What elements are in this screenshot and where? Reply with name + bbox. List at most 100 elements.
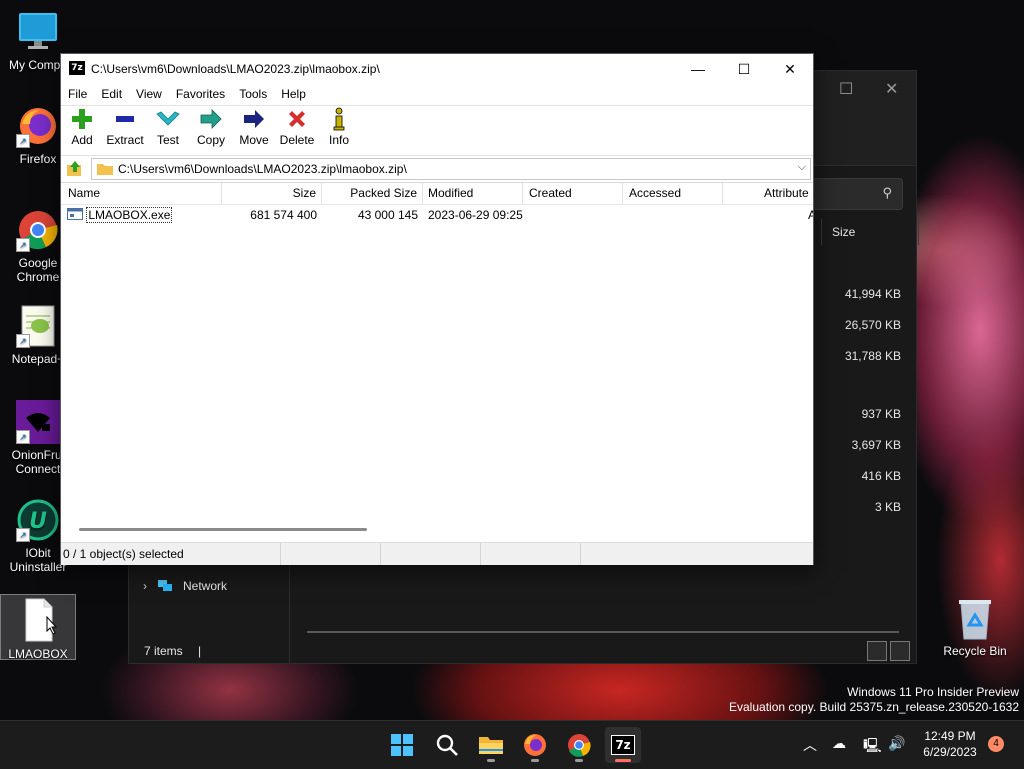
info-button[interactable]: Info (316, 106, 362, 147)
taskbar: 7z ︿ ☁ 🖳 🔊 12:49 PM 6/29/2023 4 (0, 720, 1024, 769)
copy-arrow-icon (188, 106, 234, 132)
extract-button[interactable]: Extract (102, 106, 148, 147)
maximize-button[interactable]: ☐ (721, 54, 767, 84)
tool-label: Delete (279, 133, 315, 147)
search-button[interactable] (429, 727, 465, 763)
delete-button[interactable]: Delete (274, 106, 320, 147)
chevron-right-icon[interactable]: › (143, 579, 147, 593)
volume-icon[interactable]: 🔊 (888, 735, 905, 752)
explorer-item-count: 7 items (144, 644, 183, 658)
address-field[interactable]: C:\Users\vm6\Downloads\LMAO2023.zip\lmao… (91, 158, 811, 180)
desktop-icon-recycle-bin[interactable]: Recycle Bin (942, 597, 1008, 658)
test-button[interactable]: Test (145, 106, 191, 147)
clock[interactable]: 12:49 PM 6/29/2023 (914, 728, 986, 760)
column-modified[interactable]: Modified (423, 182, 523, 204)
onionfruit-icon: ↗ (16, 400, 60, 444)
menu-file[interactable]: File (61, 84, 94, 104)
tool-label: Move (239, 133, 269, 147)
tool-label: Test (156, 133, 179, 147)
file-list[interactable]: Name Size Packed Size Modified Created A… (61, 182, 813, 524)
running-indicator (575, 759, 583, 762)
status-bar: 0 / 1 object(s) selected (61, 542, 813, 565)
column-name[interactable]: Name (61, 182, 222, 204)
file-name-cell[interactable]: LMAOBOX.exe (67, 206, 173, 224)
menu-favorites[interactable]: Favorites (169, 84, 232, 104)
explorer-search-box[interactable]: ⚲ (811, 178, 903, 210)
menu-view[interactable]: View (129, 84, 169, 104)
column-created[interactable]: Created (523, 182, 623, 204)
network-icon (158, 580, 172, 591)
chrome-icon: ↗ (16, 208, 60, 252)
column-size[interactable]: Size (222, 182, 322, 204)
menu-edit[interactable]: Edit (94, 84, 129, 104)
chevron-down-icon[interactable]: ⌵ (798, 161, 806, 174)
tool-label: Copy (196, 133, 225, 147)
add-button[interactable]: Add (59, 106, 105, 147)
plus-icon (59, 106, 105, 132)
monitor-icon (16, 10, 60, 54)
status-separator: | (198, 644, 202, 658)
sidebar-item-network[interactable]: › Network (143, 579, 227, 593)
svg-text:U: U (29, 509, 47, 534)
explorer-close-button[interactable]: ✕ (885, 79, 898, 99)
minimize-button[interactable]: — (675, 54, 721, 84)
details-view-icon[interactable] (867, 641, 887, 661)
executable-icon (67, 208, 83, 220)
minus-icon (102, 106, 148, 132)
explorer-horizontal-scrollbar[interactable] (307, 631, 899, 633)
search-icon: ⚲ (882, 185, 892, 200)
7zip-icon: 7z (611, 735, 635, 755)
tool-label: Info (328, 133, 349, 147)
chrome-icon (568, 734, 591, 757)
sevenzip-titlebar[interactable]: 7z C:\Users\vm6\Downloads\LMAO2023.zip\l… (61, 54, 813, 84)
status-segment (381, 543, 481, 565)
status-segment (481, 543, 581, 565)
x-icon (274, 106, 320, 132)
column-accessed[interactable]: Accessed (623, 182, 723, 204)
shortcut-arrow-icon: ↗ (16, 528, 30, 542)
file-packed-size-cell: 43 000 145 (357, 208, 418, 222)
sevenzip-window[interactable]: 7z C:\Users\vm6\Downloads\LMAO2023.zip\l… (60, 53, 814, 565)
windows-watermark: Windows 11 Pro Insider Preview Evaluatio… (729, 685, 1019, 715)
watermark-line-2: Evaluation copy. Build 25375.zn_release.… (729, 700, 1019, 714)
cloud-offline-icon[interactable]: ☁ (832, 735, 846, 752)
file-name: LMAOBOX.exe (86, 207, 173, 223)
folder-up-icon (67, 161, 81, 176)
start-button[interactable] (384, 727, 420, 763)
menu-help[interactable]: Help (274, 84, 313, 104)
explorer-maximize-button[interactable]: ☐ (839, 79, 853, 99)
close-button[interactable]: ✕ (767, 54, 813, 84)
folder-up-button[interactable] (65, 159, 85, 179)
network-status-icon[interactable]: 🖳 (863, 735, 882, 759)
taskbar-firefox[interactable] (517, 727, 553, 763)
tool-label: Extract (106, 133, 144, 147)
explorer-view-buttons (867, 641, 910, 661)
chevron-up-icon[interactable]: ︿ (803, 735, 817, 755)
taskbar-file-explorer[interactable] (473, 727, 509, 763)
toolbar: Add Extract Test Copy Move Delete Info (61, 105, 813, 154)
desktop-icon-lmaobox[interactable]: LMAOBOX (0, 594, 76, 661)
taskbar-chrome[interactable] (561, 727, 597, 763)
notification-badge[interactable]: 4 (988, 736, 1004, 752)
7zip-app-icon: 7z (69, 61, 85, 75)
taskbar-7zip[interactable]: 7z (605, 727, 641, 763)
horizontal-scrollbar[interactable] (79, 528, 367, 531)
large-icons-view-icon[interactable] (890, 641, 910, 661)
folder-icon (97, 164, 113, 175)
watermark-line-1: Windows 11 Pro Insider Preview (847, 685, 1019, 699)
search-icon (436, 734, 458, 756)
menu-tools[interactable]: Tools (232, 84, 274, 104)
table-row[interactable]: LMAOBOX.exe 681 574 400 43 000 145 2023-… (61, 206, 813, 224)
column-headers: Name Size Packed Size Modified Created A… (61, 182, 813, 205)
shortcut-arrow-icon: ↗ (16, 238, 30, 252)
file-size-cell: 681 574 400 (250, 208, 317, 222)
file-attributes-cell: A (808, 208, 813, 222)
copy-button[interactable]: Copy (188, 106, 234, 147)
menu-bar: File Edit View Favorites Tools Help (61, 84, 813, 104)
column-attributes[interactable]: Attribute (723, 182, 813, 204)
column-packed-size[interactable]: Packed Size (322, 182, 423, 204)
address-bar-row: C:\Users\vm6\Downloads\LMAO2023.zip\lmao… (61, 155, 813, 183)
move-button[interactable]: Move (231, 106, 277, 147)
shortcut-arrow-icon: ↗ (16, 430, 30, 444)
explorer-column-size[interactable]: Size (821, 219, 919, 245)
